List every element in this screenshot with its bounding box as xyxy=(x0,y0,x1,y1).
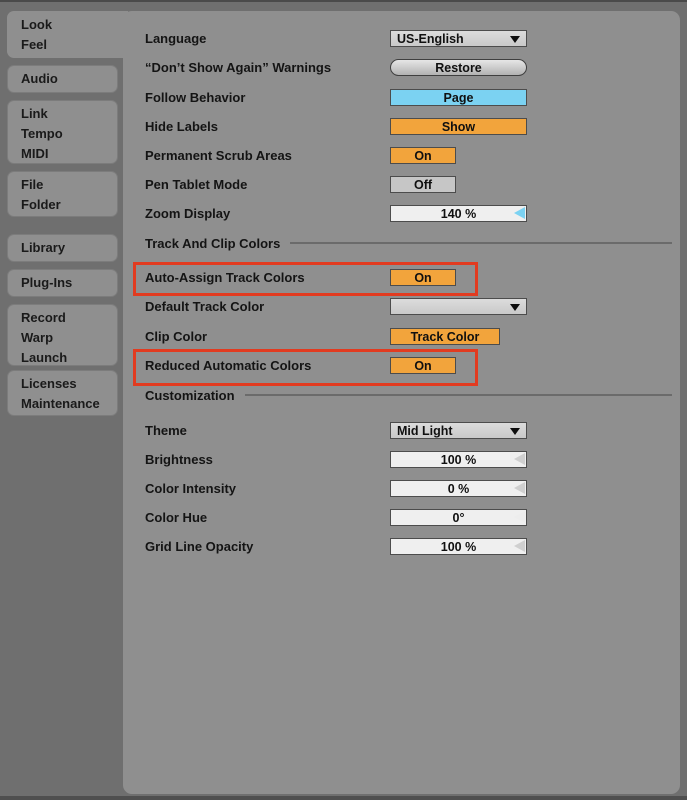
grid-line-opacity-value: 100 % xyxy=(441,540,476,554)
restore-button[interactable]: Restore xyxy=(390,59,527,76)
drag-arrow-icon xyxy=(514,540,525,552)
zoom-display-label: Zoom Display xyxy=(145,205,230,222)
clip-color-value: Track Color xyxy=(411,330,480,344)
color-hue-label: Color Hue xyxy=(145,509,207,526)
section-track-and-clip-colors: Track And Clip Colors xyxy=(145,235,672,251)
language-value: US-English xyxy=(397,32,464,46)
row-grid-line-opacity: Grid Line Opacity 100 % xyxy=(0,538,687,555)
tab-licenses-line1: Licenses xyxy=(21,374,117,394)
section-divider xyxy=(290,242,672,244)
restore-button-label: Restore xyxy=(435,61,482,75)
preferences-window: Look Feel Audio Link Tempo MIDI File Fol… xyxy=(0,0,687,800)
grid-line-opacity-label: Grid Line Opacity xyxy=(145,538,253,555)
section-title: Customization xyxy=(145,388,235,403)
permanent-scrub-areas-toggle[interactable]: On xyxy=(390,147,456,164)
row-clip-color: Clip Color Track Color xyxy=(0,328,687,345)
drag-arrow-icon xyxy=(514,453,525,465)
reduced-automatic-colors-label: Reduced Automatic Colors xyxy=(145,357,311,374)
section-customization: Customization xyxy=(145,387,672,403)
section-title: Track And Clip Colors xyxy=(145,236,280,251)
row-dont-show-again: “Don’t Show Again” Warnings Restore xyxy=(0,59,687,76)
row-reduced-automatic-colors: Reduced Automatic Colors On xyxy=(0,357,687,374)
clip-color-button[interactable]: Track Color xyxy=(390,328,500,345)
color-intensity-value: 0 % xyxy=(448,482,470,496)
follow-behavior-label: Follow Behavior xyxy=(145,89,245,106)
color-intensity-field[interactable]: 0 % xyxy=(390,480,527,497)
theme-value: Mid Light xyxy=(397,424,453,438)
tab-licenses-line2: Maintenance xyxy=(21,394,117,414)
color-intensity-label: Color Intensity xyxy=(145,480,236,497)
row-pen-tablet-mode: Pen Tablet Mode Off xyxy=(0,176,687,193)
language-label: Language xyxy=(145,30,206,47)
hide-labels-label: Hide Labels xyxy=(145,118,218,135)
hide-labels-value: Show xyxy=(442,120,475,134)
row-color-intensity: Color Intensity 0 % xyxy=(0,480,687,497)
clip-color-label: Clip Color xyxy=(145,328,207,345)
brightness-label: Brightness xyxy=(145,451,213,468)
theme-label: Theme xyxy=(145,422,187,439)
dont-show-again-label: “Don’t Show Again” Warnings xyxy=(145,59,331,76)
permanent-scrub-areas-label: Permanent Scrub Areas xyxy=(145,147,292,164)
section-divider xyxy=(245,394,672,396)
theme-dropdown[interactable]: Mid Light xyxy=(390,422,527,439)
tab-licenses-maintenance[interactable]: Licenses Maintenance xyxy=(7,370,118,416)
follow-behavior-value: Page xyxy=(444,91,474,105)
grid-line-opacity-field[interactable]: 100 % xyxy=(390,538,527,555)
chevron-down-icon xyxy=(510,304,520,311)
auto-assign-track-colors-label: Auto-Assign Track Colors xyxy=(145,269,305,286)
tab-library[interactable]: Library xyxy=(7,234,118,262)
language-dropdown[interactable]: US-English xyxy=(390,30,527,47)
brightness-field[interactable]: 100 % xyxy=(390,451,527,468)
color-hue-value: 0° xyxy=(453,511,465,525)
pen-tablet-mode-value: Off xyxy=(414,178,432,192)
tab-look-feel[interactable]: Look Feel xyxy=(7,11,128,58)
chevron-down-icon xyxy=(510,36,520,43)
row-color-hue: Color Hue 0° xyxy=(0,509,687,526)
row-brightness: Brightness 100 % xyxy=(0,451,687,468)
screen-edge-top xyxy=(0,0,687,2)
row-follow-behavior: Follow Behavior Page xyxy=(0,89,687,106)
auto-assign-track-colors-value: On xyxy=(414,271,431,285)
row-hide-labels: Hide Labels Show xyxy=(0,118,687,135)
reduced-automatic-colors-value: On xyxy=(414,359,431,373)
tab-look-feel-line1: Look xyxy=(21,15,128,35)
pen-tablet-mode-label: Pen Tablet Mode xyxy=(145,176,247,193)
auto-assign-track-colors-toggle[interactable]: On xyxy=(390,269,456,286)
drag-arrow-icon xyxy=(514,482,525,494)
default-track-color-label: Default Track Color xyxy=(145,298,264,315)
row-zoom-display: Zoom Display 140 % xyxy=(0,205,687,222)
chevron-down-icon xyxy=(510,428,520,435)
hide-labels-button[interactable]: Show xyxy=(390,118,527,135)
row-auto-assign-track-colors: Auto-Assign Track Colors On xyxy=(0,269,687,286)
zoom-display-value: 140 % xyxy=(441,207,476,221)
tab-library-line1: Library xyxy=(21,238,117,258)
drag-arrow-icon xyxy=(514,207,525,219)
screen-edge-bottom xyxy=(0,796,687,800)
brightness-value: 100 % xyxy=(441,453,476,467)
reduced-automatic-colors-toggle[interactable]: On xyxy=(390,357,456,374)
permanent-scrub-areas-value: On xyxy=(414,149,431,163)
row-default-track-color: Default Track Color xyxy=(0,298,687,315)
pen-tablet-mode-toggle[interactable]: Off xyxy=(390,176,456,193)
tab-look-feel-line2: Feel xyxy=(21,35,128,55)
color-hue-field[interactable]: 0° xyxy=(390,509,527,526)
row-permanent-scrub-areas: Permanent Scrub Areas On xyxy=(0,147,687,164)
row-theme: Theme Mid Light xyxy=(0,422,687,439)
default-track-color-dropdown[interactable] xyxy=(390,298,527,315)
zoom-display-field[interactable]: 140 % xyxy=(390,205,527,222)
drag-arrow-icon xyxy=(514,511,525,523)
follow-behavior-button[interactable]: Page xyxy=(390,89,527,106)
